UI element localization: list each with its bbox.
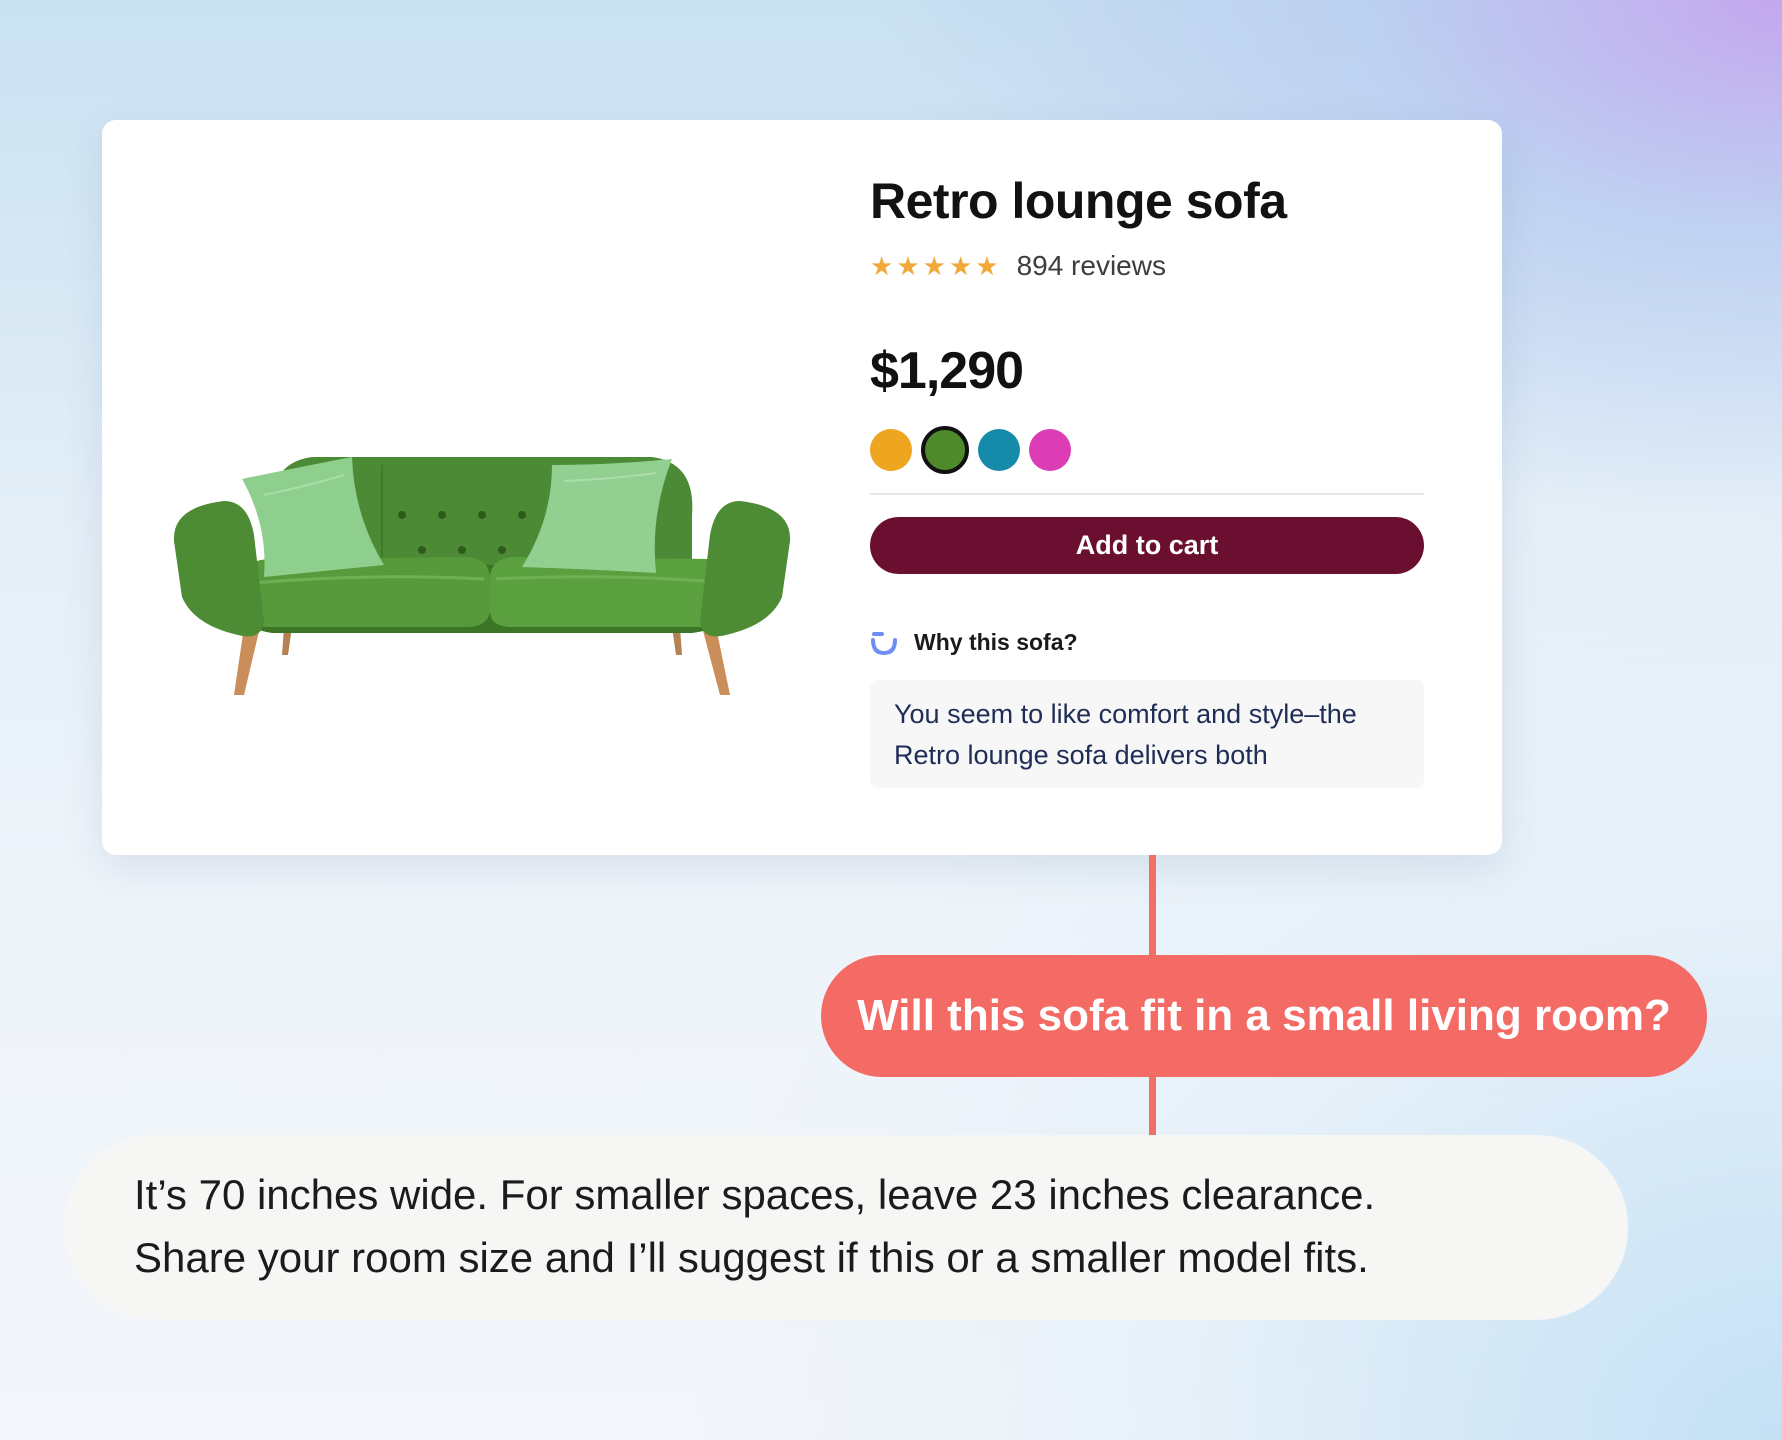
rating-row: ★ ★ ★ ★ ★ 894 reviews xyxy=(870,246,1166,286)
product-image[interactable] xyxy=(172,365,792,705)
user-question-bubble: Will this sofa fit in a small living roo… xyxy=(821,955,1707,1077)
product-price: $1,290 xyxy=(870,342,1024,400)
why-this-sofa-label: Why this sofa? xyxy=(914,628,1078,655)
assistant-answer-bubble: It’s 70 inches wide. For smaller spaces,… xyxy=(64,1135,1628,1320)
answer-line: It’s 70 inches wide. For smaller spaces,… xyxy=(134,1171,1376,1218)
review-count-link[interactable]: 894 reviews xyxy=(1017,250,1166,282)
ai-spark-icon xyxy=(871,632,897,656)
star-icon: ★ xyxy=(975,251,999,281)
star-icon: ★ xyxy=(922,251,946,281)
product-card: Retro lounge sofa ★ ★ ★ ★ ★ 894 reviews … xyxy=(102,120,1502,855)
star-rating: ★ ★ ★ ★ ★ xyxy=(870,253,999,279)
add-to-cart-button[interactable]: Add to cart xyxy=(870,517,1424,574)
color-swatch-teal[interactable] xyxy=(978,429,1020,471)
product-title: Retro lounge sofa xyxy=(870,173,1287,229)
connector-line xyxy=(1149,1075,1156,1135)
color-swatches xyxy=(870,425,1071,475)
star-icon: ★ xyxy=(896,251,920,281)
color-swatch-magenta[interactable] xyxy=(1029,429,1071,471)
star-icon: ★ xyxy=(870,251,894,281)
answer-line: Share your room size and I’ll suggest if… xyxy=(134,1234,1369,1281)
divider xyxy=(870,493,1424,495)
connector-line xyxy=(1149,855,1156,957)
color-swatch-green[interactable] xyxy=(921,426,969,474)
why-this-sofa-explanation: You seem to like comfort and style–the R… xyxy=(870,680,1424,788)
star-icon: ★ xyxy=(948,251,973,281)
color-swatch-orange[interactable] xyxy=(870,429,912,471)
why-this-sofa-header: Why this sofa? xyxy=(870,625,1078,659)
